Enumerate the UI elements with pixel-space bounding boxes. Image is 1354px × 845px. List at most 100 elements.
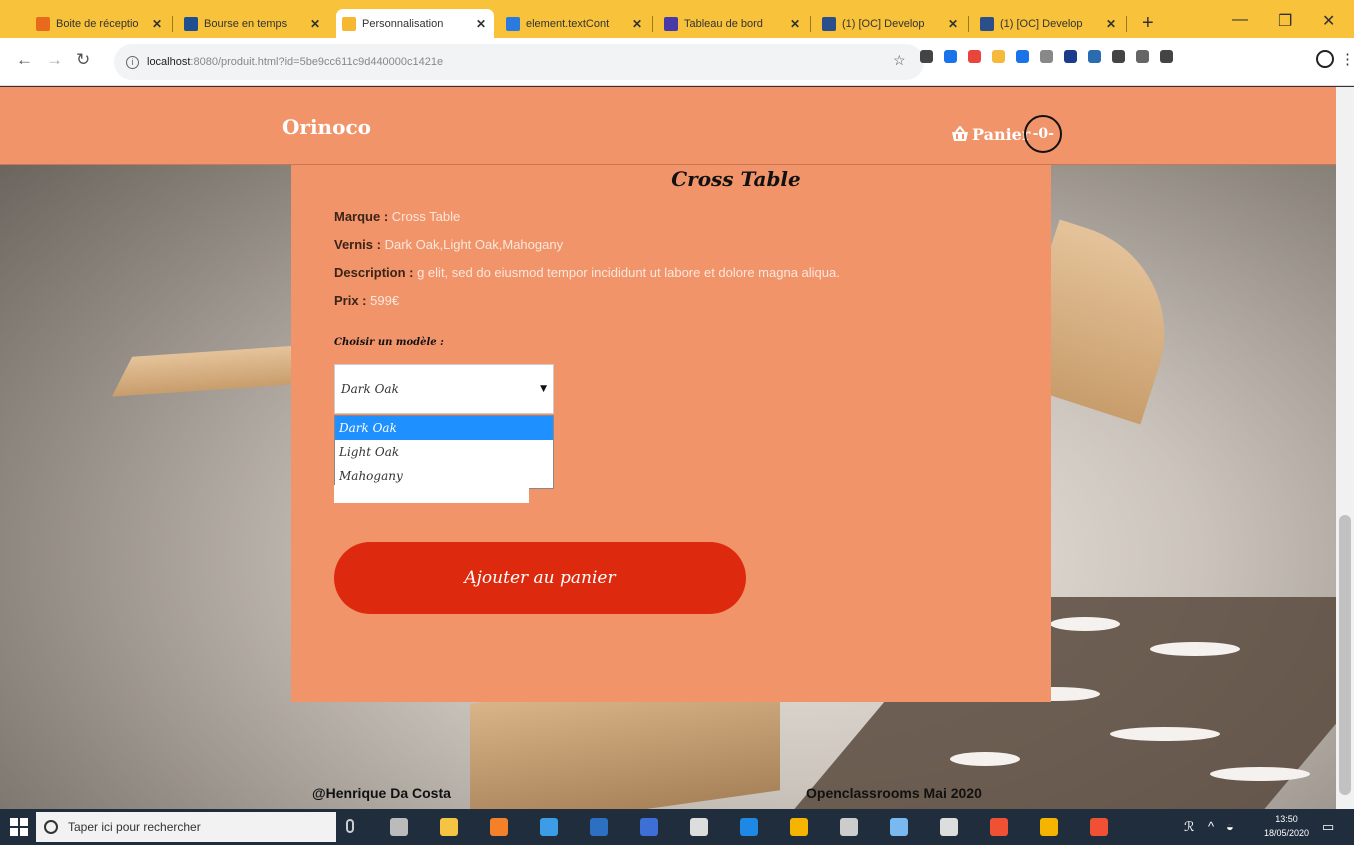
taskbar-app-icon[interactable]: [590, 818, 608, 836]
browser-extension-icon[interactable]: [944, 50, 957, 63]
tab-separator: [1126, 16, 1127, 32]
product-price: Prix : 599€: [334, 293, 399, 308]
browser-toolbar: ← → ↻ i localhost :8080/produit.html?id=…: [0, 38, 1354, 86]
dropdown-option-light-oak[interactable]: Light Oak: [335, 440, 553, 464]
info-icon[interactable]: i: [126, 55, 139, 69]
browser-extension-icon[interactable]: [992, 50, 1005, 63]
model-select-label: Choisir un modèle :: [334, 337, 444, 348]
tab-label: (1) [OC] Develop: [842, 17, 925, 30]
footer-author: @Henrique Da Costa: [312, 785, 451, 801]
windows-start-icon[interactable]: [10, 818, 28, 836]
page-favicon-icon: [342, 16, 356, 31]
browser-tab-oc-developer-2[interactable]: (1) [OC] Develop ✕: [974, 9, 1124, 38]
browser-extension-icon[interactable]: [920, 50, 933, 63]
site-logo[interactable]: Orinoco: [282, 115, 371, 139]
browser-extension-icon[interactable]: [1064, 50, 1077, 63]
taskbar-app-icon[interactable]: [690, 818, 708, 836]
tab-label: Personnalisation: [362, 17, 444, 30]
mail-favicon-icon: [36, 16, 50, 31]
taskbar-app-icon[interactable]: [390, 818, 408, 836]
close-tab-icon[interactable]: ✕: [1106, 17, 1116, 31]
taskbar-app-icon[interactable]: [940, 818, 958, 836]
dropdown-arrow-icon[interactable]: ▼: [540, 384, 547, 394]
taskbar-app-icon[interactable]: [990, 818, 1008, 836]
close-window-button[interactable]: ✕: [1322, 11, 1335, 31]
tab-label: Bourse en temps: [204, 17, 288, 30]
close-tab-icon[interactable]: ✕: [152, 17, 162, 31]
footer-course: Openclassrooms Mai 2020: [806, 785, 982, 801]
model-dropdown-list: Dark Oak Light Oak Mahogany: [334, 415, 554, 489]
taskbar-clock[interactable]: 13:50 18/05/2020: [1264, 812, 1309, 840]
tab-separator: [968, 16, 969, 32]
browser-tab-strip: Boite de réceptio ✕ Bourse en temps ✕ Pe…: [0, 0, 1354, 38]
close-tab-icon[interactable]: ✕: [948, 17, 958, 31]
browser-extension-icon[interactable]: [1160, 50, 1173, 63]
select-current-value: Dark Oak: [341, 382, 399, 396]
browser-tab-inbox[interactable]: Boite de réceptio ✕: [30, 9, 170, 38]
show-hidden-icons-chevron-icon[interactable]: ^: [1208, 819, 1214, 834]
price-value: 599€: [370, 293, 400, 308]
windows-taskbar: Taper ici pour rechercher ℛ ^ ◒ 13:50 18…: [0, 809, 1354, 845]
taskbar-app-icon[interactable]: [440, 818, 458, 836]
close-tab-icon[interactable]: ✕: [632, 17, 642, 31]
close-tab-icon[interactable]: ✕: [310, 17, 320, 31]
microphone-icon[interactable]: [346, 819, 354, 833]
taskbar-app-icon[interactable]: [840, 818, 858, 836]
varnish-value: Dark Oak,Light Oak,Mahogany: [384, 237, 564, 252]
add-to-cart-button[interactable]: Ajouter au panier: [334, 542, 746, 614]
brand-value: Cross Table: [391, 209, 461, 224]
profile-avatar-icon[interactable]: [1316, 50, 1334, 68]
openclassrooms-favicon-icon: [980, 16, 994, 31]
notification-center-icon[interactable]: ▭: [1322, 819, 1334, 835]
cart-link[interactable]: Panier -0-: [950, 115, 1063, 153]
browser-tab-element-textcontent[interactable]: element.textCont ✕: [500, 9, 650, 38]
close-tab-icon[interactable]: ✕: [476, 17, 486, 31]
browser-extension-icon[interactable]: [1136, 50, 1149, 63]
new-tab-button[interactable]: +: [1142, 13, 1154, 33]
browser-extension-icon[interactable]: [968, 50, 981, 63]
taskbar-app-icon[interactable]: [490, 818, 508, 836]
dropdown-option-dark-oak[interactable]: Dark Oak: [335, 416, 553, 440]
taskbar-app-icon[interactable]: [740, 818, 758, 836]
product-varnish: Vernis : Dark Oak,Light Oak,Mahogany: [334, 237, 563, 252]
network-tray-icon[interactable]: ◒: [1226, 819, 1234, 834]
taskbar-app-icon[interactable]: [790, 818, 808, 836]
maximize-window-button[interactable]: ❐: [1278, 11, 1292, 31]
varnish-label: Vernis :: [334, 237, 381, 252]
browser-menu-icon[interactable]: ⋮: [1340, 50, 1354, 68]
extensions-area: [920, 50, 1173, 63]
browser-extension-icon[interactable]: [1040, 50, 1053, 63]
taskbar-app-icon[interactable]: [1090, 818, 1108, 836]
taskbar-app-icon[interactable]: [540, 818, 558, 836]
browser-tab-personnalisation[interactable]: Personnalisation ✕: [336, 9, 494, 38]
url-path: :8080/produit.html?id=5be9cc611c9d440000…: [190, 56, 444, 68]
close-tab-icon[interactable]: ✕: [790, 17, 800, 31]
taskbar-app-icon[interactable]: [640, 818, 658, 836]
taskbar-app-icon[interactable]: [1040, 818, 1058, 836]
people-tray-icon[interactable]: ℛ: [1184, 819, 1194, 835]
product-description: Description : g elit, sed do eiusmod tem…: [334, 265, 840, 280]
taskbar-app-icon[interactable]: [890, 818, 908, 836]
model-select[interactable]: Dark Oak ▼: [334, 364, 554, 414]
browser-extension-icon[interactable]: [1016, 50, 1029, 63]
browser-tab-oc-developer-1[interactable]: (1) [OC] Develop ✕: [816, 9, 966, 38]
address-bar[interactable]: i localhost :8080/produit.html?id=5be9cc…: [114, 44, 924, 80]
bookmark-star-icon[interactable]: ☆: [893, 52, 906, 69]
cart-label: Panier: [972, 124, 1031, 144]
background-light-spot: [1150, 642, 1240, 656]
browser-extension-icon[interactable]: [1088, 50, 1101, 63]
taskbar-search-box[interactable]: Taper ici pour rechercher: [36, 812, 336, 842]
minimize-window-button[interactable]: —: [1232, 11, 1248, 29]
openclassrooms-favicon-icon: [822, 16, 836, 31]
reload-icon[interactable]: ↻: [76, 50, 90, 70]
description-value: g elit, sed do eiusmod tempor incididunt…: [417, 265, 840, 280]
obscured-input-field[interactable]: [334, 485, 529, 503]
browser-tab-bourse[interactable]: Bourse en temps ✕: [178, 9, 328, 38]
brand-label: Marque :: [334, 209, 389, 224]
forward-arrow-icon[interactable]: →: [46, 50, 63, 70]
background-light-spot: [950, 752, 1020, 766]
back-arrow-icon[interactable]: ←: [16, 50, 33, 70]
browser-tab-tableau-de-bord[interactable]: Tableau de bord ✕: [658, 9, 808, 38]
scrollbar-thumb[interactable]: [1339, 515, 1351, 795]
browser-extension-icon[interactable]: [1112, 50, 1125, 63]
